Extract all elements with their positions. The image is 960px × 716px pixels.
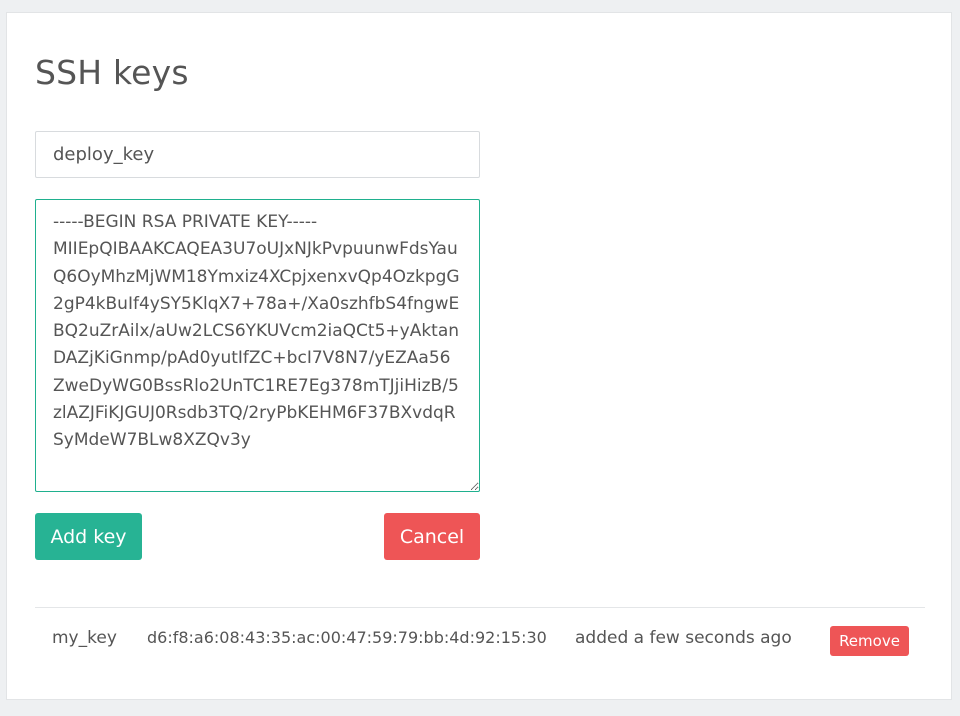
key-added-time: added a few seconds ago [575, 628, 792, 648]
page-title: SSH keys [35, 53, 189, 92]
ssh-key-row: my_key d6:f8:a6:08:43:35:ac:00:47:59:79:… [35, 608, 925, 668]
remove-key-button[interactable]: Remove [830, 626, 909, 656]
key-name-input[interactable] [35, 131, 480, 178]
key-fingerprint: d6:f8:a6:08:43:35:ac:00:47:59:79:bb:4d:9… [147, 628, 547, 647]
cancel-button[interactable]: Cancel [384, 513, 480, 560]
key-name: my_key [52, 628, 117, 648]
ssh-keys-panel: SSH keys Add key Cancel my_key d6:f8:a6:… [6, 12, 952, 700]
key-content-textarea[interactable] [35, 199, 480, 492]
add-key-button[interactable]: Add key [35, 513, 142, 560]
